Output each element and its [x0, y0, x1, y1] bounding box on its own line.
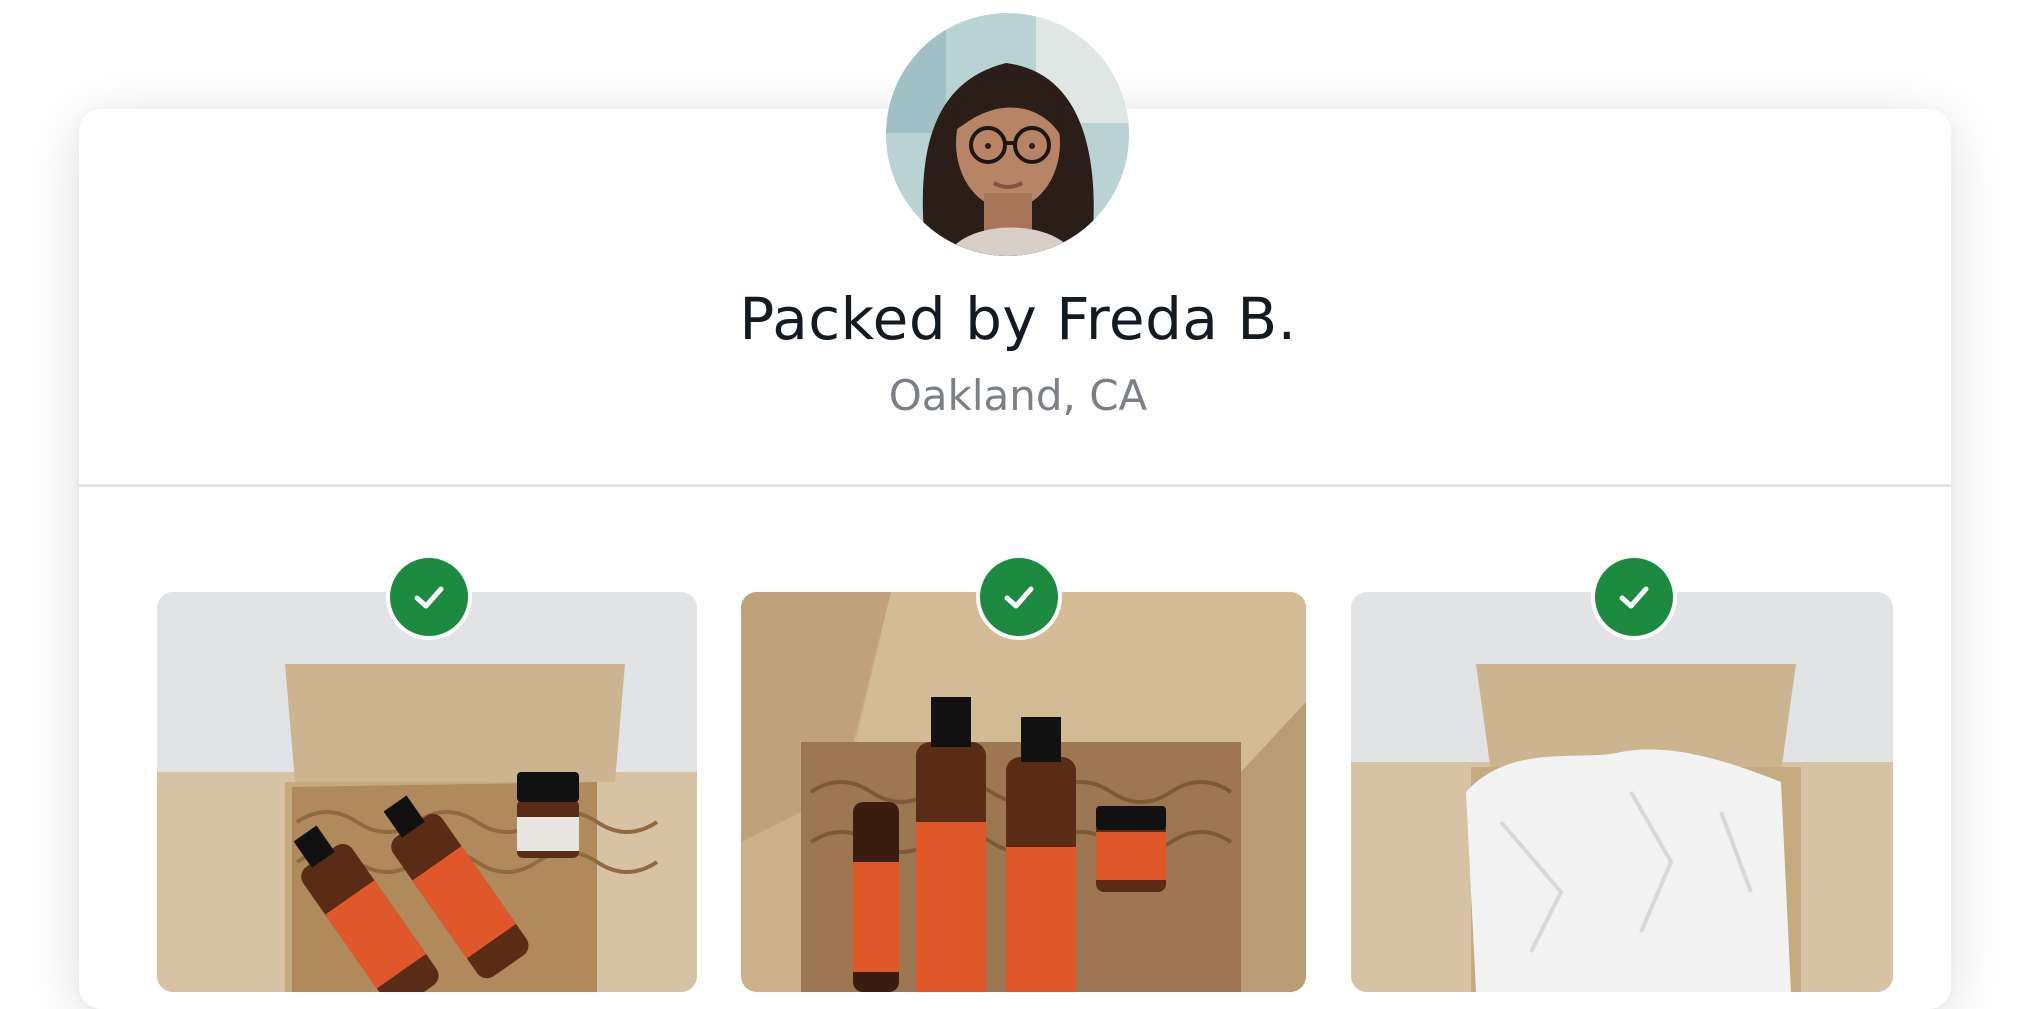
- packed-status-check-badge: [1591, 554, 1677, 640]
- section-divider: [79, 484, 1951, 487]
- packer-location: Oakland, CA: [888, 371, 1148, 420]
- packed-status-check-badge: [976, 554, 1062, 640]
- check-icon: [1619, 586, 1649, 609]
- packed-status-check-badge: [386, 554, 472, 640]
- packed-box-photo-3[interactable]: [1351, 592, 1893, 992]
- packer-name-heading: Packed by Freda B.: [739, 285, 1297, 353]
- packer-avatar: [886, 13, 1129, 256]
- packed-box-photo-2[interactable]: [741, 592, 1306, 992]
- check-icon: [1004, 586, 1034, 609]
- packed-box-photo-1[interactable]: [157, 592, 697, 992]
- check-icon: [414, 586, 444, 609]
